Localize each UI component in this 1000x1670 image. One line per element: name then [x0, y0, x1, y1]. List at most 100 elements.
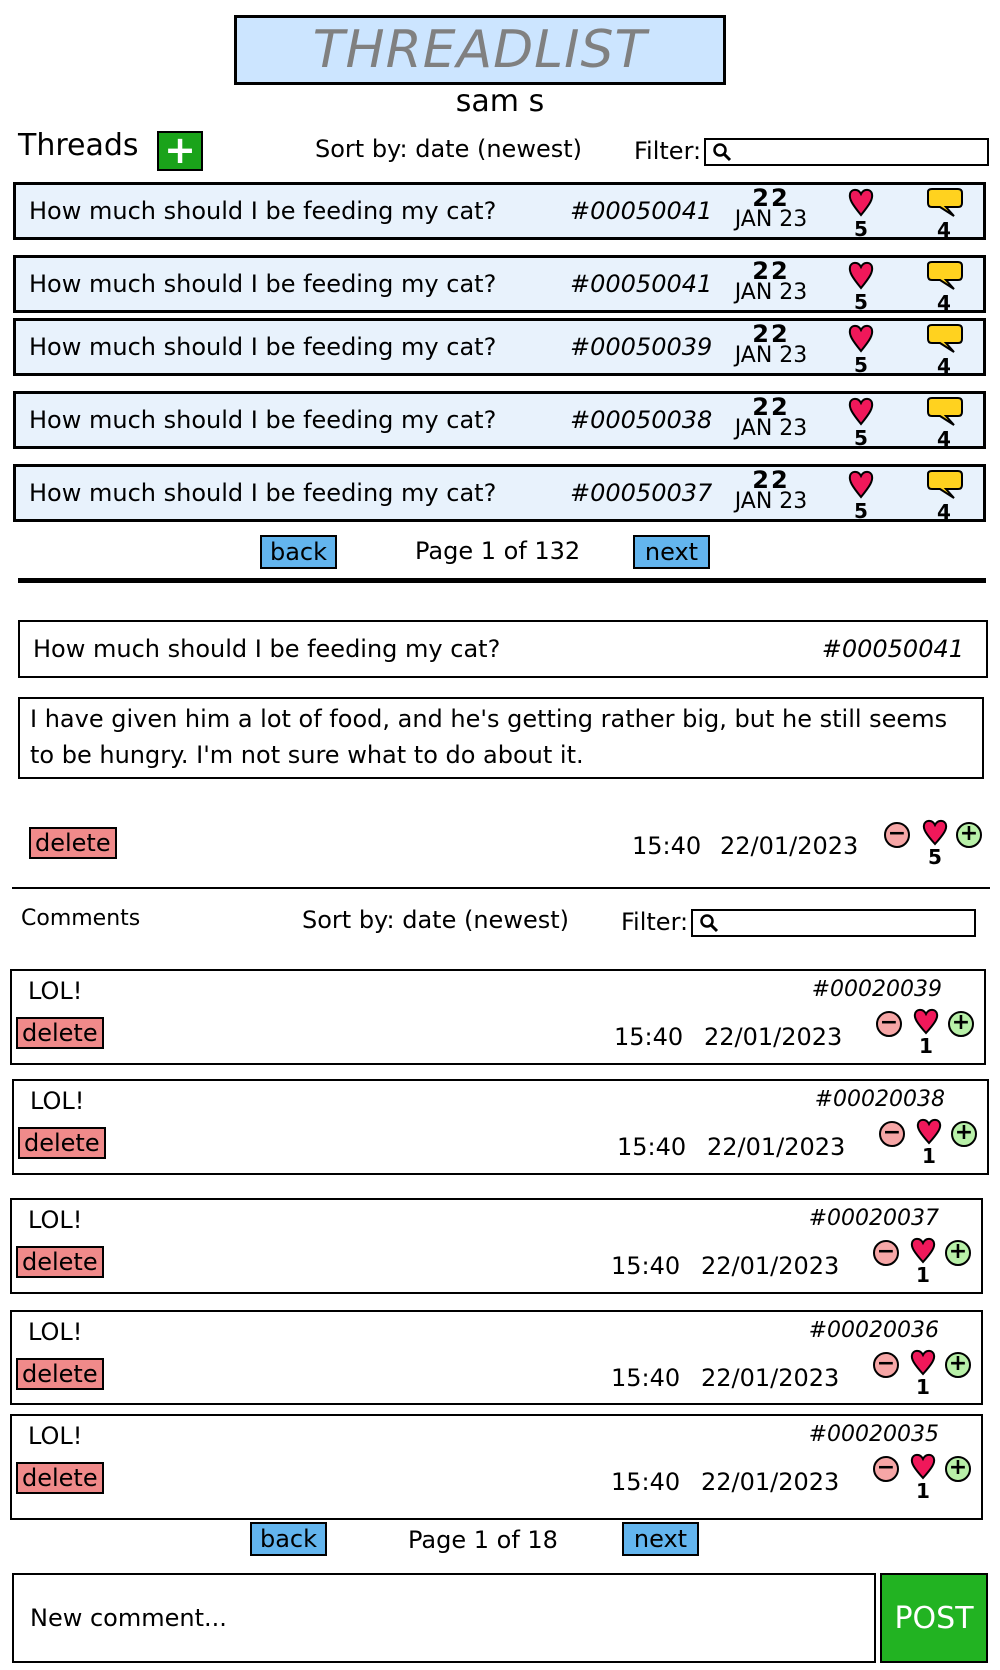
- thread-comments: 4: [921, 397, 967, 449]
- thread-like-count: 5: [854, 290, 868, 314]
- thread-row[interactable]: How much should I be feeding my cat? #000…: [13, 255, 986, 313]
- comment-time: 15:40: [611, 1252, 681, 1280]
- threads-next-button[interactable]: next: [633, 535, 710, 569]
- thread-id: #00050038: [570, 406, 713, 434]
- heart-icon: [910, 1237, 936, 1264]
- downvote-comment-button[interactable]: −: [873, 1240, 899, 1266]
- threads-back-button[interactable]: back: [260, 535, 337, 569]
- thread-comment-count: 4: [937, 218, 951, 242]
- comment-text: LOL!: [28, 1422, 83, 1450]
- thread-comments: 4: [921, 470, 967, 522]
- threads-filter-label: Filter:: [634, 137, 702, 165]
- upvote-comment-button[interactable]: +: [945, 1352, 971, 1378]
- comments-sort-label[interactable]: Sort by: date (newest): [302, 906, 569, 934]
- heart-icon: [848, 261, 874, 290]
- minus-circle-icon: −: [882, 1120, 902, 1145]
- comment-id: #00020038: [814, 1087, 945, 1112]
- comment-text: LOL!: [28, 1318, 83, 1346]
- thread-body-line-1: I have given him a lot of food, and he's…: [30, 705, 948, 733]
- delete-comment-button[interactable]: delete: [16, 1462, 104, 1494]
- thread-row[interactable]: How much should I be feeding my cat? #000…: [13, 182, 986, 240]
- thread-date-day: 22: [752, 466, 790, 494]
- comments-back-button[interactable]: back: [250, 1522, 327, 1556]
- speech-bubble-icon: [927, 261, 963, 290]
- thread-date-block: 22 JAN 23: [726, 320, 816, 367]
- thread-id: #00050041: [570, 270, 713, 298]
- thread-title[interactable]: How much should I be feeding my cat?: [29, 479, 496, 507]
- minus-circle-icon: −: [879, 1010, 899, 1035]
- comment-date: 22/01/2023: [704, 1023, 843, 1051]
- upvote-thread-button[interactable]: +: [956, 822, 982, 848]
- thread-title[interactable]: How much should I be feeding my cat?: [29, 333, 496, 361]
- upvote-comment-button[interactable]: +: [951, 1121, 977, 1147]
- thread-row[interactable]: How much should I be feeding my cat? #000…: [13, 391, 986, 449]
- downvote-comment-button[interactable]: −: [873, 1352, 899, 1378]
- downvote-comment-button[interactable]: −: [879, 1121, 905, 1147]
- comment-card: LOL! #00020035 delete 15:40 22/01/2023 −1 +: [10, 1414, 983, 1520]
- comment-card: LOL! #00020039 delete 15:40 22/01/2023 −1 +: [10, 969, 986, 1065]
- comment-like-group: 1: [907, 1348, 939, 1397]
- plus-circle-icon: +: [948, 1351, 968, 1376]
- plus-circle-icon: +: [948, 1455, 968, 1480]
- comments-filter-input[interactable]: [691, 909, 976, 937]
- thread-date-day: 22: [752, 184, 790, 212]
- heart-icon: [916, 1118, 942, 1145]
- heart-icon: [910, 1349, 936, 1376]
- post-comment-button[interactable]: POST: [880, 1573, 988, 1663]
- comment-card: LOL! #00020037 delete 15:40 22/01/2023 −1 +: [10, 1198, 983, 1294]
- thread-comments: 4: [921, 188, 967, 242]
- thread-time: 15:40: [632, 832, 702, 860]
- app-title: THREADLIST: [312, 20, 648, 80]
- threads-sort-label[interactable]: Sort by: date (newest): [315, 135, 582, 163]
- thread-date-month: JAN 23: [734, 489, 808, 514]
- thread-date-day: 22: [752, 320, 790, 348]
- thread-like-count: 5: [854, 499, 868, 523]
- upvote-comment-button[interactable]: +: [945, 1456, 971, 1482]
- add-thread-button[interactable]: +: [157, 131, 203, 171]
- threads-page-indicator: Page 1 of 132: [415, 537, 581, 565]
- downvote-thread-button[interactable]: −: [884, 822, 910, 848]
- downvote-comment-button[interactable]: −: [876, 1011, 902, 1037]
- threads-filter-input[interactable]: [704, 138, 989, 166]
- thread-id: #00050039: [570, 333, 713, 361]
- plus-circle-icon: +: [951, 1010, 971, 1035]
- thread-title[interactable]: How much should I be feeding my cat?: [29, 406, 496, 434]
- downvote-comment-button[interactable]: −: [873, 1456, 899, 1482]
- upvote-comment-button[interactable]: +: [945, 1240, 971, 1266]
- threads-label: Threads: [18, 128, 139, 163]
- comment-id: #00020035: [808, 1422, 939, 1447]
- thread-row[interactable]: How much should I be feeding my cat? #000…: [13, 464, 986, 522]
- thread-likes: 5: [841, 396, 881, 448]
- search-icon: [700, 914, 719, 933]
- thread-date-block: 22 JAN 23: [726, 395, 816, 440]
- delete-comment-button[interactable]: delete: [16, 1358, 104, 1390]
- delete-comment-button[interactable]: delete: [18, 1127, 106, 1159]
- username: sam s: [455, 84, 545, 119]
- thread-title[interactable]: How much should I be feeding my cat?: [29, 197, 496, 225]
- delete-comment-button[interactable]: delete: [16, 1246, 104, 1278]
- minus-circle-icon: −: [876, 1351, 896, 1376]
- thread-row[interactable]: How much should I be feeding my cat? #000…: [13, 318, 986, 376]
- comment-like-group: 1: [910, 1007, 942, 1056]
- plus-icon: +: [164, 128, 196, 172]
- comment-like-count: 1: [922, 1144, 936, 1168]
- comments-label: Comments: [21, 906, 141, 931]
- thread-title[interactable]: How much should I be feeding my cat?: [29, 270, 496, 298]
- thread-like-count: 5: [928, 845, 942, 869]
- thread-body-line-2: to be hungry. I'm not sure what to do ab…: [30, 741, 584, 769]
- comment-like-group: 1: [907, 1452, 939, 1501]
- comment-date: 22/01/2023: [701, 1364, 840, 1392]
- comment-date: 22/01/2023: [707, 1133, 846, 1161]
- new-comment-placeholder: New comment...: [30, 1604, 227, 1632]
- section-divider: [18, 578, 986, 583]
- delete-comment-button[interactable]: delete: [16, 1017, 104, 1049]
- comments-next-button[interactable]: next: [622, 1522, 699, 1556]
- thread-date-month: JAN 23: [734, 207, 808, 232]
- heart-icon: [848, 188, 874, 217]
- delete-thread-button[interactable]: delete: [29, 827, 117, 859]
- comment-id: #00020036: [808, 1318, 939, 1343]
- upvote-comment-button[interactable]: +: [948, 1011, 974, 1037]
- thread-id: #00050037: [570, 479, 713, 507]
- thread-detail-id: #00050041: [821, 635, 964, 663]
- new-comment-input[interactable]: New comment...: [12, 1573, 876, 1663]
